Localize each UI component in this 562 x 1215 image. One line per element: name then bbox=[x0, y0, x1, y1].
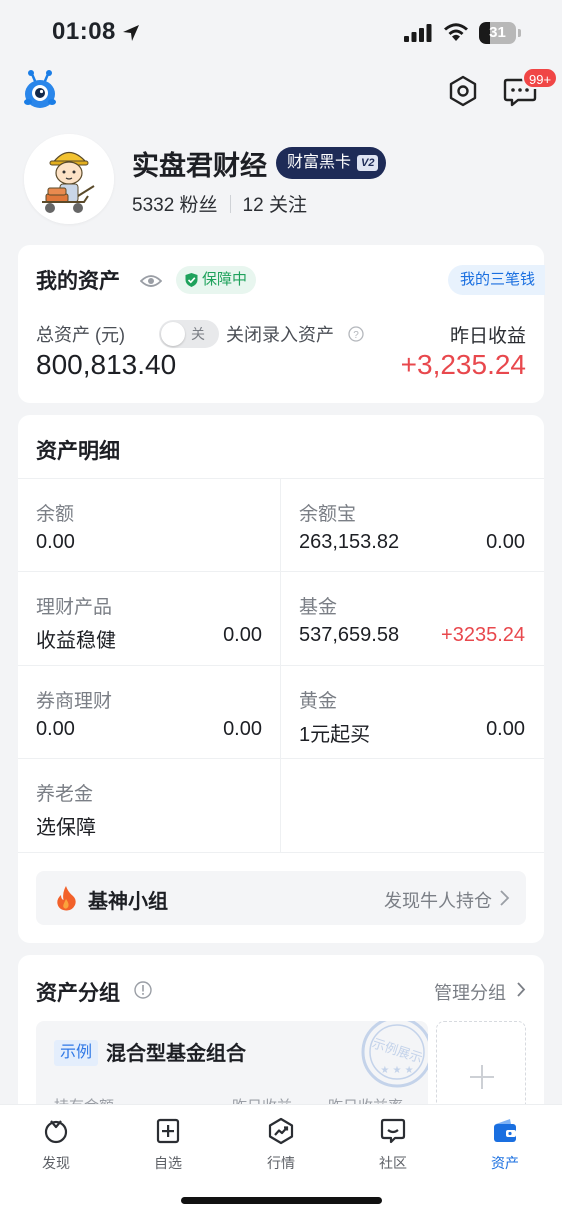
chevron-right-icon bbox=[500, 890, 510, 906]
fund-group-title: 基神小组 bbox=[88, 891, 168, 913]
asset-groups-title: 资产分组 bbox=[36, 982, 120, 1005]
tab-discover[interactable]: 发现 bbox=[16, 1117, 96, 1173]
message-badge: 99+ bbox=[522, 67, 559, 89]
asset-cell-funds[interactable]: 基金 537,659.58 +3235.24 bbox=[281, 572, 543, 665]
tab-label: 发现 bbox=[42, 1155, 70, 1171]
cell-yield: 0.00 bbox=[223, 718, 262, 740]
protection-status-label: 保障中 bbox=[202, 271, 248, 288]
tab-community[interactable]: 社区 bbox=[353, 1117, 433, 1173]
market-icon bbox=[268, 1117, 294, 1145]
asset-cell-wealth-products[interactable]: 理财产品 收益稳健 0.00 bbox=[18, 572, 280, 665]
cell-yield: 0.00 bbox=[223, 624, 262, 646]
fund-group-link[interactable]: 发现牛人持仓 bbox=[384, 887, 492, 913]
cell-value: 选保障 bbox=[36, 817, 96, 839]
tab-assets[interactable]: 资产 bbox=[465, 1117, 545, 1173]
avatar[interactable] bbox=[24, 134, 114, 224]
cell-value: 0.00 bbox=[36, 531, 75, 553]
tab-label: 行情 bbox=[267, 1155, 295, 1171]
yesterday-yield-label: 昨日收益 bbox=[449, 326, 526, 347]
svg-text:★ ★ ★: ★ ★ ★ bbox=[380, 1065, 413, 1076]
avatar-illustration-icon bbox=[24, 134, 114, 224]
asset-cell-balance[interactable]: 余额 0.00 bbox=[18, 479, 280, 572]
cell-label: 基金 bbox=[299, 597, 338, 618]
tab-watchlist[interactable]: 自选 bbox=[128, 1117, 208, 1173]
asset-cell-pension[interactable]: 养老金 选保障 bbox=[18, 759, 280, 852]
asset-cell-yuebao[interactable]: 余额宝 263,153.82 0.00 bbox=[281, 479, 543, 572]
total-assets-label: 总资产 (元) bbox=[36, 325, 125, 345]
battery-percentage: 31 bbox=[489, 24, 506, 41]
status-time: 01:08 bbox=[52, 18, 116, 45]
cell-label: 余额宝 bbox=[299, 504, 357, 525]
cell-label: 余额 bbox=[36, 504, 75, 525]
profile-name: 实盘君财经 bbox=[132, 151, 267, 181]
cell-value: 263,153.82 bbox=[299, 531, 400, 553]
vip-level: V2 bbox=[357, 155, 379, 171]
manage-groups-link[interactable]: 管理分组 bbox=[434, 979, 506, 1005]
plus-icon bbox=[470, 1065, 494, 1089]
follows-count[interactable]: 12 关注 bbox=[243, 190, 307, 217]
flame-icon bbox=[57, 886, 76, 911]
app-logo-icon bbox=[24, 70, 56, 108]
home-indicator bbox=[181, 1197, 382, 1204]
toggle-label: 关 bbox=[191, 326, 205, 342]
profile-stats: 5332 粉丝 12 关注 bbox=[132, 190, 307, 217]
location-arrow-icon bbox=[123, 25, 139, 41]
sample-stamp-icon: 示例展示 ★ ★ ★ bbox=[361, 1021, 428, 1088]
cell-label: 养老金 bbox=[36, 784, 94, 805]
community-icon bbox=[380, 1118, 406, 1144]
my-assets-title: 我的资产 bbox=[36, 270, 120, 293]
asset-cell-broker-wealth[interactable]: 券商理财 0.00 0.00 bbox=[18, 666, 280, 759]
help-icon[interactable]: ? bbox=[348, 326, 364, 342]
asset-cell-gold[interactable]: 黄金 1元起买 0.00 bbox=[281, 666, 543, 759]
asset-entry-toggle[interactable]: 关 bbox=[159, 320, 219, 348]
cell-label: 理财产品 bbox=[36, 597, 113, 618]
tab-label: 资产 bbox=[491, 1155, 519, 1171]
vip-card-badge[interactable]: 财富黑卡 V2 bbox=[276, 147, 387, 179]
watchlist-icon bbox=[156, 1118, 180, 1144]
eye-icon[interactable] bbox=[140, 273, 162, 289]
sample-group-title: 混合型基金组合 bbox=[106, 1043, 246, 1065]
cell-value: 0.00 bbox=[36, 718, 75, 740]
cell-label: 黄金 bbox=[299, 691, 338, 712]
stamp-text: 示例展示 bbox=[370, 1036, 424, 1066]
discover-icon bbox=[44, 1120, 68, 1144]
three-money-button[interactable]: 我的三笔钱 bbox=[447, 265, 545, 295]
info-icon[interactable] bbox=[134, 981, 152, 999]
svg-text:?: ? bbox=[353, 330, 359, 341]
cell-yield: 0.00 bbox=[486, 718, 525, 740]
shield-check-icon bbox=[185, 273, 198, 287]
yesterday-yield-value: +3,235.24 bbox=[400, 349, 526, 380]
tab-label: 自选 bbox=[154, 1155, 182, 1171]
status-bar: 01:08 31 bbox=[0, 0, 562, 66]
example-tag: 示例 bbox=[54, 1040, 99, 1066]
asset-detail-title: 资产明细 bbox=[36, 440, 120, 463]
chevron-right-icon bbox=[517, 982, 526, 997]
wallet-icon bbox=[494, 1119, 516, 1142]
cell-yield: 0.00 bbox=[486, 531, 525, 553]
tab-label: 社区 bbox=[379, 1155, 407, 1171]
cell-value: 1元起买 bbox=[299, 724, 371, 746]
close-entry-label: 关闭录入资产 bbox=[226, 325, 334, 345]
battery-icon: 31 bbox=[479, 22, 521, 44]
vip-label: 财富黑卡 bbox=[287, 154, 352, 171]
my-assets-card: 我的资产 保障中 我的三笔钱 总资产 (元) 关 关闭录入资产 ? 800,81… bbox=[18, 245, 545, 403]
cell-value: 537,659.58 bbox=[299, 624, 400, 646]
protection-status-badge[interactable]: 保障中 bbox=[176, 266, 257, 294]
cell-yield: +3235.24 bbox=[441, 624, 525, 646]
wifi-icon bbox=[444, 23, 468, 41]
cellular-signal-icon bbox=[404, 24, 432, 42]
fans-count[interactable]: 5332 粉丝 bbox=[132, 190, 218, 217]
total-assets-value: 800,813.40 bbox=[36, 349, 177, 380]
fund-group-banner[interactable]: 基神小组 发现牛人持仓 bbox=[36, 871, 526, 925]
tab-market[interactable]: 行情 bbox=[241, 1117, 321, 1173]
asset-detail-card: 资产明细 余额 0.00 余额宝 263,153.82 0.00 理财产品 收益… bbox=[18, 415, 544, 943]
settings-hexagon-icon[interactable] bbox=[446, 74, 480, 108]
cell-value: 收益稳健 bbox=[36, 630, 116, 652]
cell-label: 券商理财 bbox=[36, 691, 113, 712]
